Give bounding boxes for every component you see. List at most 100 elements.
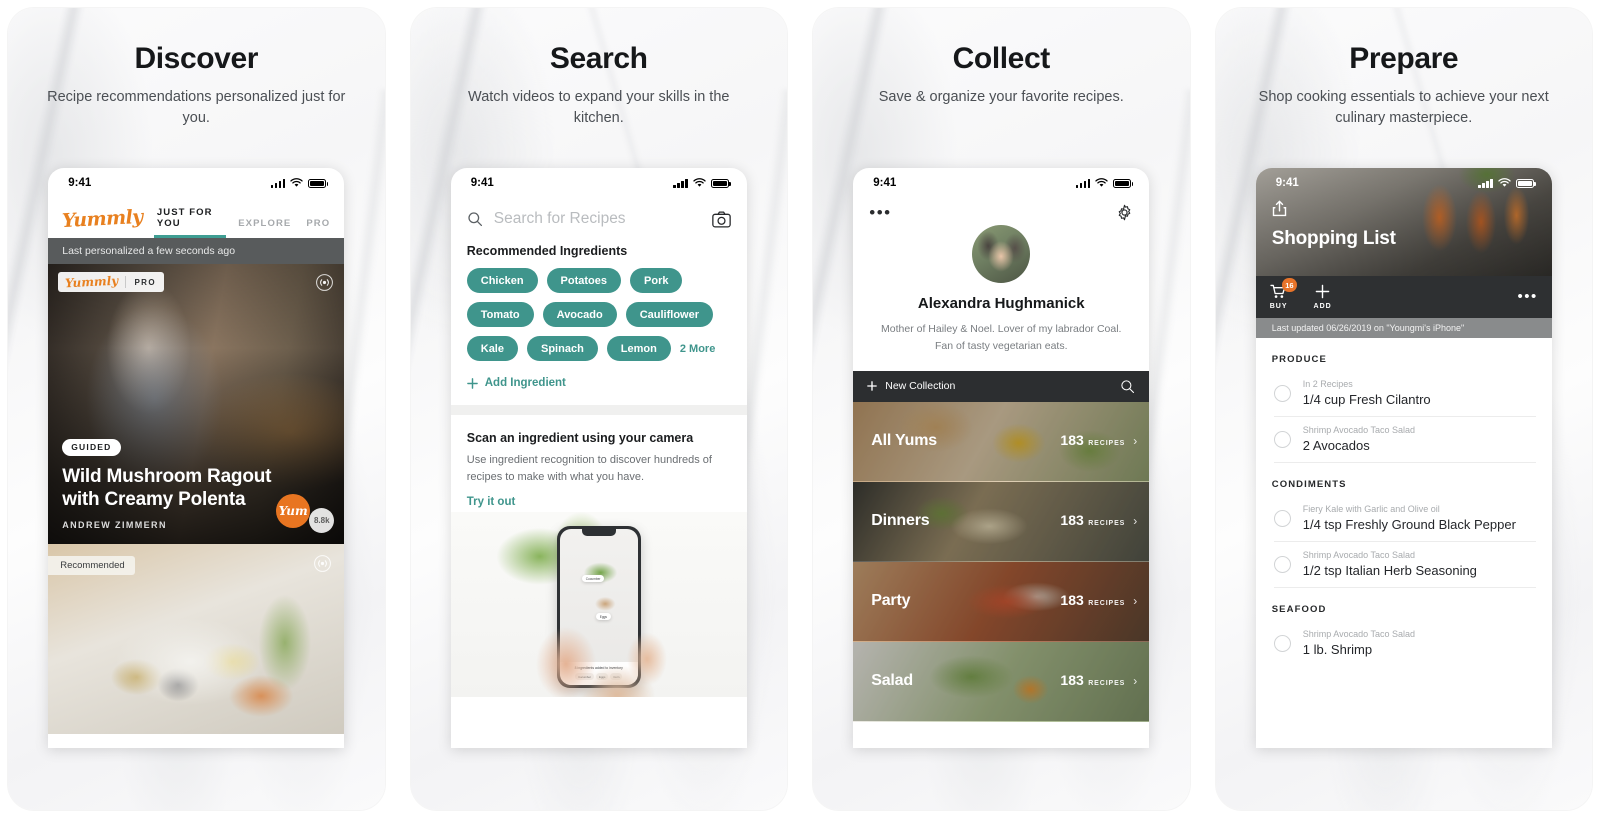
ingredient-pill[interactable]: Potatoes [546, 268, 622, 293]
avatar[interactable] [972, 225, 1031, 283]
scan-illustration: Cucumber Eggs 8 ingredients added to inv… [450, 512, 747, 698]
ingredient-pill[interactable]: Cauliflower [625, 302, 713, 327]
shopping-list-toolbar: 16 BUY ADD ••• [1255, 276, 1552, 318]
status-time: 9:41 [68, 177, 92, 189]
item-name: 1 lb. Shrimp [1302, 642, 1373, 657]
ingredient-pill[interactable]: Tomato [466, 302, 534, 327]
collection-row[interactable]: Salad 183 RECIPES › [853, 641, 1150, 722]
shopping-list-hero: 9:41 Shopping List [1255, 168, 1552, 276]
collection-count-unit: RECIPES [1088, 600, 1126, 608]
gear-icon[interactable] [1116, 204, 1133, 221]
more-ingredients-link[interactable]: 2 More [680, 343, 715, 355]
cast-icon[interactable] [313, 554, 332, 573]
collection-name: Dinners [871, 512, 930, 530]
pro-badge: Yummly PRO [58, 272, 164, 292]
tab-pro[interactable]: PRO [306, 218, 330, 238]
recipe-hero-card[interactable]: Yummly PRO GUIDED Wild Mushroom Ragout w… [48, 264, 345, 544]
tab-just-for-you[interactable]: JUST FOR YOU [153, 207, 227, 238]
item-checkbox[interactable] [1273, 555, 1291, 573]
page-subtitle: Shop cooking essentials to achieve your … [1258, 89, 1549, 127]
search-input[interactable]: Search for Recipes [494, 210, 701, 228]
new-collection-bar[interactable]: New Collection [853, 370, 1150, 402]
status-icons [1478, 178, 1536, 188]
list-item[interactable]: In 2 Recipes 1/4 cup Fresh Cilantro [1256, 371, 1552, 416]
buy-button[interactable]: 16 BUY [1270, 278, 1297, 310]
recipe-title-line1: Wild Mushroom Ragout [62, 465, 272, 487]
ingredient-pill-row: Chicken Potatoes Pork [451, 268, 747, 293]
collection-count-value: 183 [1060, 592, 1084, 609]
item-name: 1/4 tsp Freshly Ground Black Pepper [1302, 517, 1516, 532]
cast-icon[interactable] [315, 273, 334, 292]
item-checkbox[interactable] [1273, 430, 1291, 448]
battery-icon [710, 178, 731, 188]
list-item[interactable]: Shrimp Avocado Taco Salad 2 Avocados [1256, 417, 1552, 462]
list-item[interactable]: Shrimp Avocado Taco Salad 1 lb. Shrimp [1256, 621, 1552, 666]
notch [581, 529, 616, 537]
scan-description: Use ingredient recognition to discover h… [466, 454, 712, 484]
collection-count-value: 183 [1060, 432, 1084, 449]
shopping-list-title: Shopping List [1271, 228, 1396, 249]
overflow-menu-icon[interactable]: ••• [869, 204, 891, 221]
yum-button[interactable]: Yum [276, 494, 311, 528]
profile-name: Alexandra Hughmanick [917, 295, 1085, 312]
new-collection-button[interactable]: New Collection [867, 380, 955, 392]
collection-row[interactable]: Dinners 183 RECIPES › [853, 481, 1150, 562]
yummly-logo[interactable]: Yummly [62, 206, 144, 232]
ingredient-pill[interactable]: Avocado [542, 302, 617, 327]
add-ingredient-button[interactable]: Add Ingredient [451, 361, 747, 405]
item-source: Shrimp Avocado Taco Salad [1302, 550, 1415, 560]
category-heading: CONDIMENTS [1271, 479, 1347, 490]
ingredient-pill[interactable]: Kale [466, 336, 518, 361]
plus-icon [466, 377, 478, 389]
list-item[interactable]: Fiery Kale with Garlic and Olive oil 1/4… [1256, 496, 1552, 541]
add-ingredient-label: Add Ingredient [484, 377, 566, 389]
try-it-out-link[interactable]: Try it out [467, 496, 731, 508]
tab-explore[interactable]: EXPLORE [238, 218, 291, 238]
last-updated-status: Last updated 06/26/2019 on "Youngmi's iP… [1255, 318, 1552, 338]
share-icon[interactable] [1272, 200, 1287, 217]
page-subtitle: Watch videos to expand your skills in th… [468, 89, 730, 127]
list-item[interactable]: Shrimp Avocado Taco Salad 1/2 tsp Italia… [1256, 542, 1552, 587]
search-icon[interactable] [1120, 379, 1135, 394]
item-text: Shrimp Avocado Taco Salad 2 Avocados [1303, 425, 1415, 453]
pro-label: PRO [134, 277, 156, 287]
collection-row[interactable]: All Yums 183 RECIPES › [853, 401, 1150, 482]
overflow-menu-icon[interactable]: ••• [1517, 289, 1537, 304]
page-subtitle: Save & organize your favorite recipes. [878, 89, 1124, 105]
camera-icon[interactable] [711, 211, 731, 228]
item-name: 1/2 tsp Italian Herb Seasoning [1302, 563, 1477, 578]
cellular-signal-icon [1075, 178, 1091, 188]
add-label: ADD [1313, 303, 1332, 310]
section-divider [450, 405, 747, 415]
item-checkbox[interactable] [1273, 509, 1291, 527]
collection-count: 183 RECIPES [1060, 432, 1125, 450]
item-text: Fiery Kale with Garlic and Olive oil 1/4… [1303, 504, 1516, 532]
chevron-right-icon: › [1133, 674, 1138, 689]
search-bar[interactable]: Search for Recipes [451, 198, 747, 244]
plus-icon [1314, 283, 1332, 300]
collection-count-unit: RECIPES [1088, 520, 1126, 528]
panel-header: Discover Recipe recommendations personal… [8, 8, 385, 129]
recommended-recipe-card[interactable]: Recommended [48, 544, 345, 734]
status-icons [673, 178, 731, 188]
item-checkbox[interactable] [1273, 384, 1291, 402]
screenshot-panel-search: Search Watch videos to expand your skill… [410, 8, 788, 810]
ingredient-pill[interactable]: Lemon [606, 336, 671, 361]
status-bar: 9:41 [1256, 168, 1552, 198]
ingredient-pill[interactable]: Spinach [527, 336, 598, 361]
item-checkbox[interactable] [1273, 634, 1291, 652]
scan-title: Scan an ingredient using your camera [466, 431, 694, 445]
phone-mockup-prepare: 9:41 Shopping List 16 BUY ADD ••• Last u… [1255, 168, 1552, 748]
status-bar: 9:41 [48, 168, 344, 198]
personalized-status: Last personalized a few seconds ago [48, 238, 345, 264]
add-button[interactable]: ADD [1314, 283, 1332, 310]
collection-row[interactable]: Party 183 RECIPES › [853, 561, 1150, 642]
panel-header: Search Watch videos to expand your skill… [411, 8, 788, 129]
page-title: Search [549, 42, 648, 75]
panel-header: Prepare Shop cooking essentials to achie… [1216, 8, 1593, 129]
ingredient-pill[interactable]: Pork [630, 268, 683, 293]
cellular-signal-icon [1478, 178, 1493, 188]
status-bar: 9:41 [853, 168, 1149, 198]
ingredient-pill[interactable]: Chicken [466, 268, 538, 293]
status-icons [1075, 178, 1134, 188]
